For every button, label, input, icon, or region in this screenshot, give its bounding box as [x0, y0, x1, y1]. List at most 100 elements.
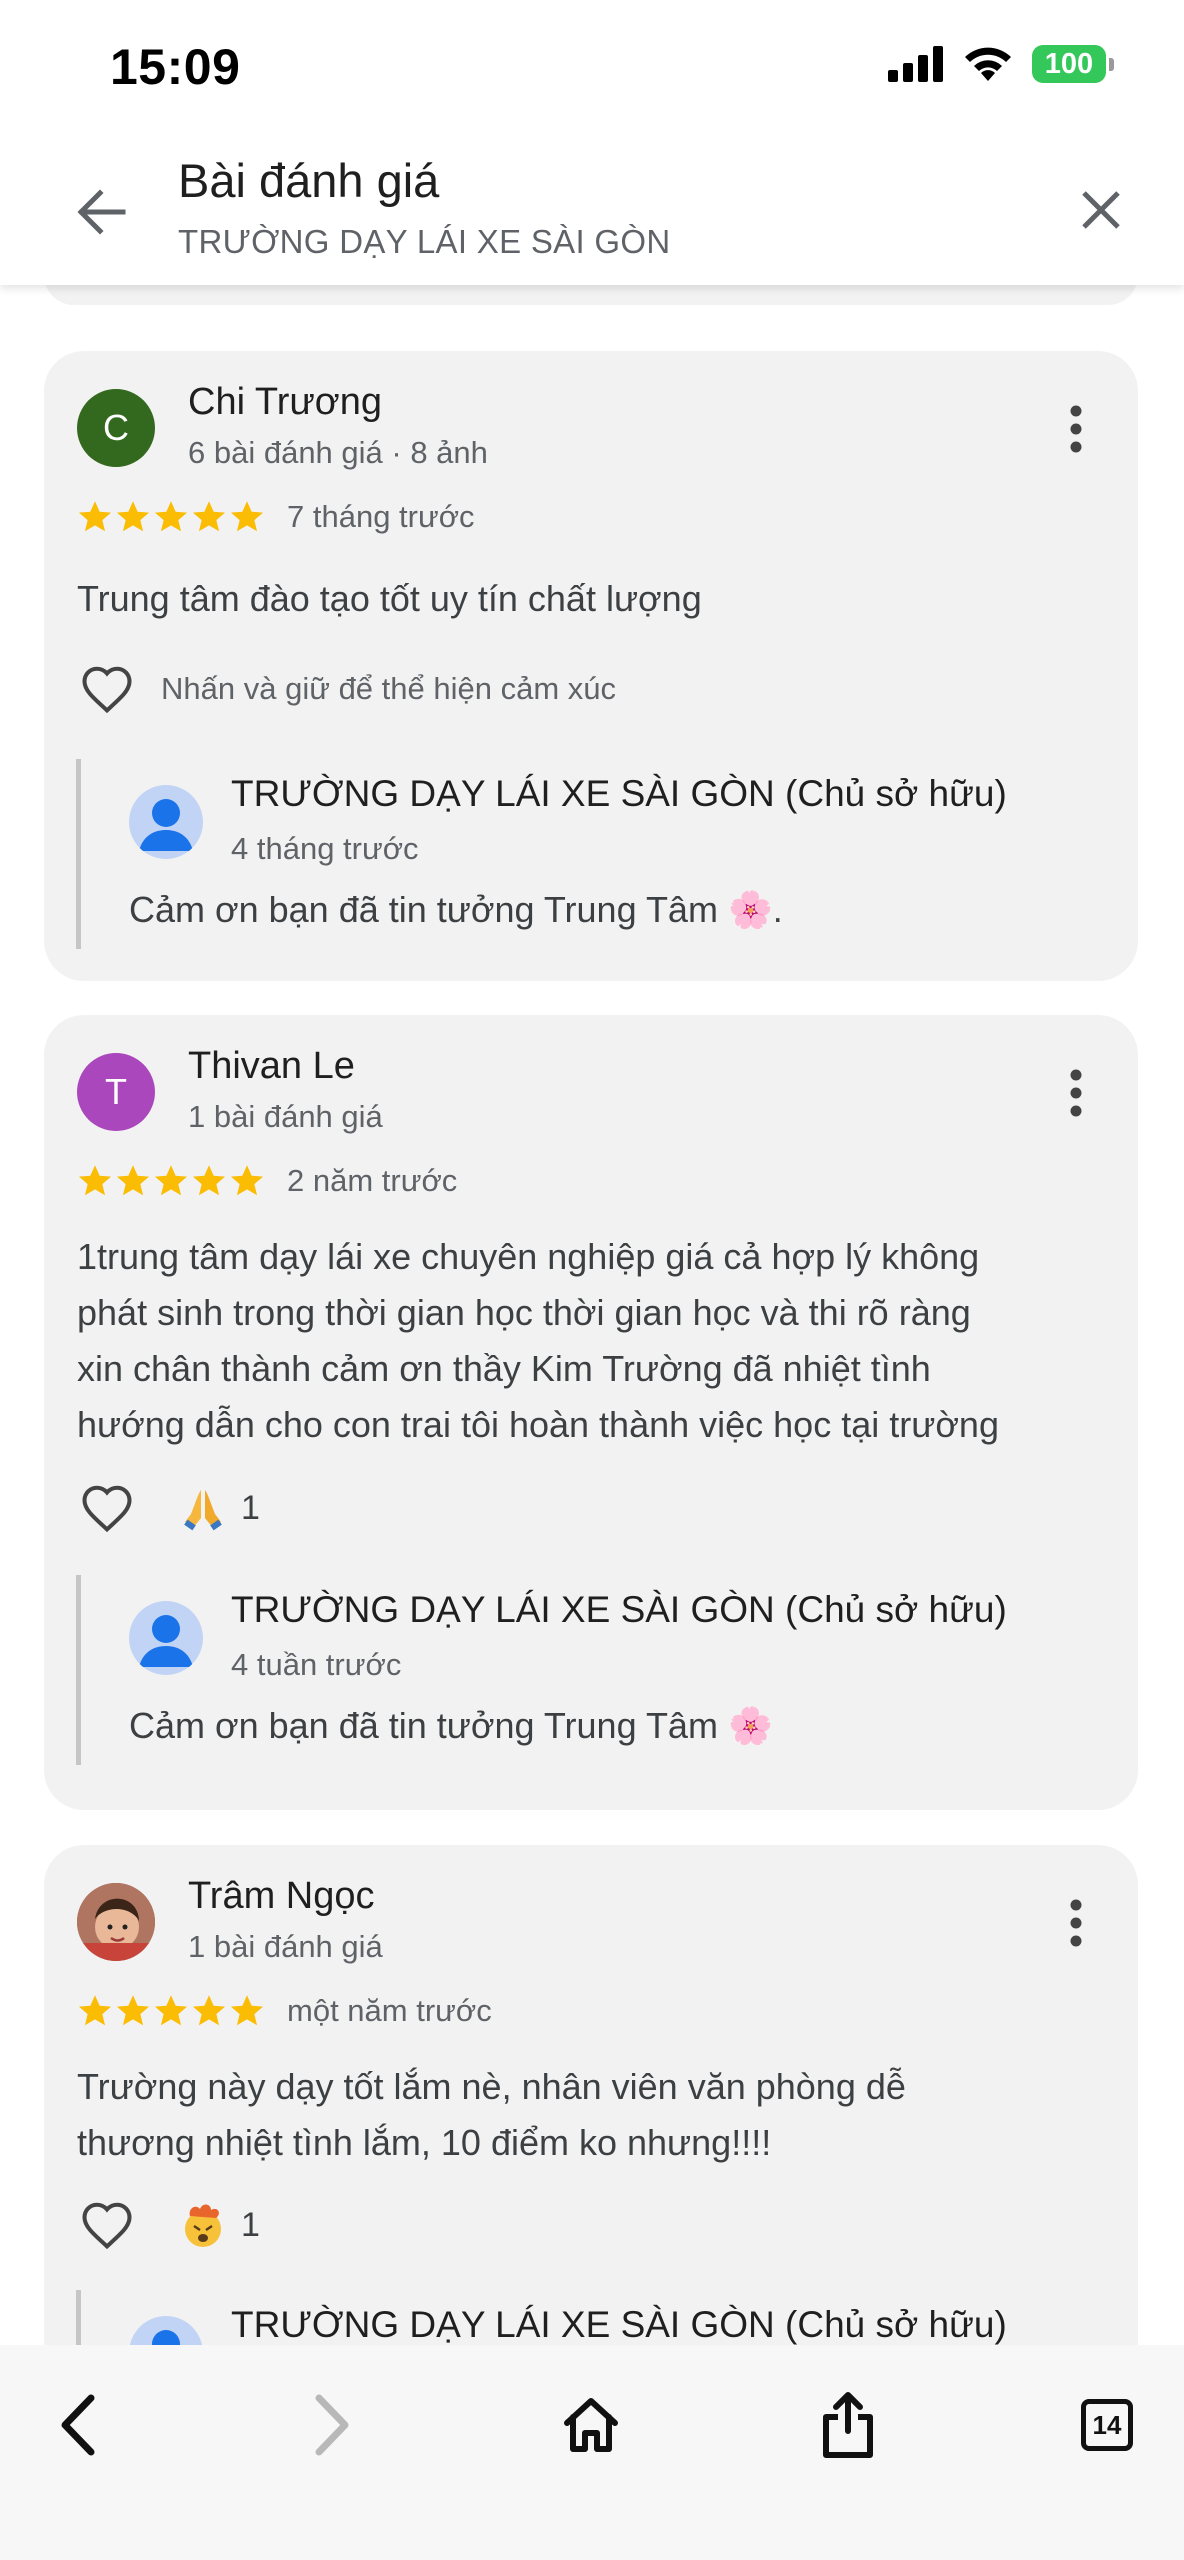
reaction-row: 1 [77, 1478, 260, 1538]
owner-reply: TRƯỜNG DẠY LÁI XE SÀI GÒN (Chủ sở hữu) 4… [76, 759, 1116, 949]
star-icon [192, 501, 226, 532]
browser-back-button[interactable] [32, 2380, 122, 2470]
owner-name: TRƯỜNG DẠY LÁI XE SÀI GÒN (Chủ sở hữu) [231, 2304, 1007, 2345]
battery-icon: 100 [1032, 45, 1114, 83]
star-icon [192, 1165, 226, 1196]
screen: 15:09 100 Bài đánh giá TRƯỜNG DẠY LÁI XE… [0, 0, 1184, 2560]
star-icon [192, 1995, 226, 2026]
avatar[interactable] [77, 1883, 155, 1961]
review-text-line: Trường này dạy tốt lắm nè, nhân viên văn… [77, 2066, 906, 2107]
review-text-line: thương nhiệt tình lắm, 10 điểm ko nhưng!… [77, 2122, 772, 2163]
status-time: 15:09 [110, 39, 241, 95]
cellular-signal-icon [888, 46, 943, 82]
owner-reply: TRƯỜNG DẠY LÁI XE SÀI GÒN (Chủ sở hữu) 4… [76, 1575, 1116, 1765]
more-options-button[interactable] [1046, 399, 1106, 459]
home-button[interactable] [546, 2380, 636, 2470]
review-card: C Chi Trương 6 bài đánh giá · 8 ảnh 7 th… [44, 351, 1138, 981]
reviewer-meta: 6 bài đánh giá · 8 ảnh [188, 435, 488, 470]
review-text-line: phát sinh trong thời gian học thời gian … [77, 1292, 971, 1333]
star-icon [116, 501, 150, 532]
browser-forward-button[interactable] [288, 2380, 378, 2470]
rating-row: 2 năm trước [77, 1163, 457, 1199]
child-photo-avatar [77, 1883, 155, 1961]
review-card: T Thivan Le 1 bài đánh giá 2 năm trước 1… [44, 1015, 1138, 1810]
reaction-count: 1 [241, 2205, 260, 2244]
owner-avatar [129, 2316, 203, 2345]
default-profile-icon [152, 2330, 180, 2345]
default-profile-icon [139, 799, 193, 851]
reviewer-name[interactable]: Trâm Ngọc [188, 1875, 375, 1918]
avatar-letter: C [103, 407, 129, 448]
star-icon [154, 501, 188, 532]
review-text-line: 1trung tâm dạy lái xe chuyên nghiệp giá … [77, 1236, 980, 1277]
review-text: 1trung tâm dạy lái xe chuyên nghiệp giá … [77, 1229, 1117, 1453]
more-vert-icon [1070, 1069, 1082, 1117]
star-rating [77, 499, 265, 535]
owner-reply-text: Cảm ơn bạn đã tin tưởng Trung Tâm 🌸. [129, 889, 783, 930]
like-button[interactable] [77, 1478, 137, 1538]
heart-outline-icon [82, 1485, 132, 1533]
exploding-head-emoji-icon [185, 2204, 221, 2247]
tabs-button[interactable]: 14 [1062, 2380, 1152, 2470]
share-icon [823, 2392, 873, 2458]
folded-hands-emoji-icon [184, 1490, 222, 1531]
star-icon [154, 1165, 188, 1196]
more-vert-icon [1070, 1899, 1082, 1947]
star-icon [78, 1995, 112, 2026]
folded-hands-emoji[interactable] [177, 1482, 229, 1534]
review-date: 2 năm trước [287, 1163, 458, 1198]
reviews-list[interactable]: C Chi Trương 6 bài đánh giá · 8 ảnh 7 th… [0, 285, 1184, 2345]
owner-reply: TRƯỜNG DẠY LÁI XE SÀI GÒN (Chủ sở hữu) [76, 2290, 1116, 2345]
close-icon [1082, 191, 1120, 229]
review-text: Trung tâm đào tạo tốt uy tín chất lượng [77, 578, 702, 619]
heart-outline-icon [82, 666, 132, 714]
app-header: Bài đánh giá TRƯỜNG DẠY LÁI XE SÀI GÒN [0, 135, 1184, 285]
reaction-count: 1 [241, 1488, 260, 1527]
star-rating [77, 1993, 265, 2029]
rating-row: một năm trước [77, 1993, 492, 2029]
star-icon [116, 1165, 150, 1196]
reviewer-name[interactable]: Thivan Le [188, 1045, 355, 1088]
reaction-row: Nhấn và giữ để thể hiện cảm xúc [77, 659, 616, 719]
more-options-button[interactable] [1046, 1893, 1106, 1953]
review-text-line: hướng dẫn cho con trai tôi hoàn thành vi… [77, 1404, 999, 1445]
rating-row: 7 tháng trước [77, 499, 475, 535]
arrow-left-icon [77, 189, 126, 235]
owner-name: TRƯỜNG DẠY LÁI XE SÀI GÒN (Chủ sở hữu) [231, 1589, 1007, 1630]
reviewer-name[interactable]: Chi Trương [188, 381, 382, 424]
avatar[interactable]: T [77, 1053, 155, 1131]
like-button[interactable] [77, 659, 137, 719]
star-icon [230, 1165, 264, 1196]
back-chevron-icon [61, 2394, 95, 2456]
reviewer-meta: 1 bài đánh giá [188, 1929, 383, 1964]
forward-chevron-icon [315, 2394, 349, 2456]
star-icon [78, 1165, 112, 1196]
review-text: Trường này dạy tốt lắm nè, nhân viên văn… [77, 2059, 1117, 2171]
like-button[interactable] [77, 2195, 137, 2255]
review-text-line: xin chân thành cảm ơn thầy Kim Trường đã… [77, 1348, 931, 1389]
owner-reply-date: 4 tháng trước [231, 831, 419, 866]
previous-review-card [44, 285, 1138, 305]
owner-avatar [129, 785, 203, 859]
owner-avatar [129, 1601, 203, 1675]
heart-outline-icon [82, 2202, 132, 2250]
home-icon [564, 2398, 618, 2452]
star-icon [154, 1995, 188, 2026]
page-subtitle: TRƯỜNG DẠY LÁI XE SÀI GÒN [178, 223, 671, 260]
reaction-row: 1 [77, 2195, 260, 2255]
page-title: Bài đánh giá [178, 154, 440, 207]
close-button[interactable] [1058, 167, 1144, 253]
tabs-icon: 14 [1081, 2399, 1133, 2451]
avatar[interactable]: C [77, 389, 155, 467]
review-date: một năm trước [287, 1993, 492, 2028]
more-options-button[interactable] [1046, 1063, 1106, 1123]
review-card: Trâm Ngọc 1 bài đánh giá một năm trước T… [44, 1845, 1138, 2345]
exploding-head-emoji[interactable] [177, 2199, 229, 2251]
owner-reply-text: Cảm ơn bạn đã tin tưởng Trung Tâm 🌸 [129, 1705, 773, 1746]
share-button[interactable] [803, 2380, 893, 2470]
star-icon [230, 501, 264, 532]
star-icon [230, 1995, 264, 2026]
star-rating [77, 1163, 265, 1199]
wifi-icon [965, 47, 1011, 81]
back-button[interactable] [66, 177, 136, 247]
